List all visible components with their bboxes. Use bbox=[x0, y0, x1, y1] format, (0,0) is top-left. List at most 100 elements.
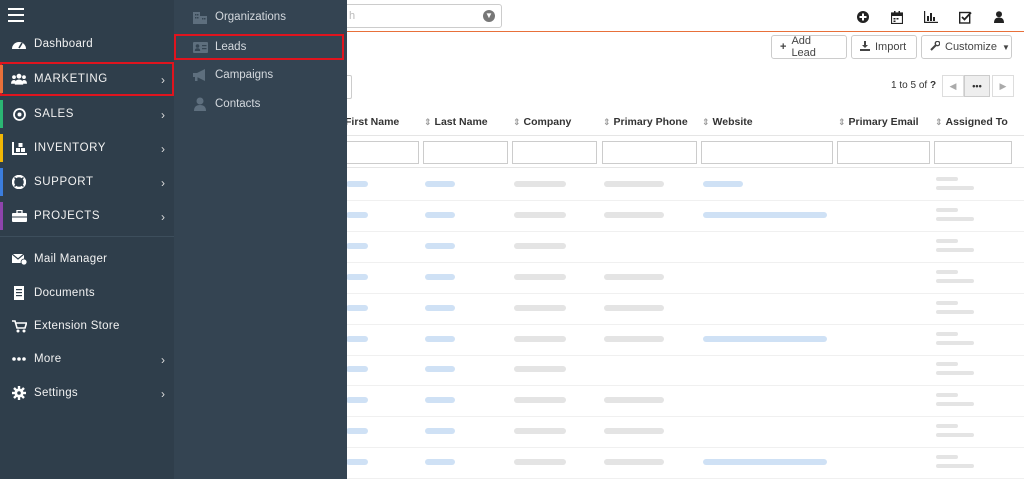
add-lead-button[interactable]: + Add Lead bbox=[771, 35, 847, 59]
calendar-icon[interactable] bbox=[880, 8, 914, 26]
table-cell[interactable] bbox=[425, 304, 455, 311]
filter-website-input[interactable] bbox=[701, 141, 833, 164]
chevron-right-icon: › bbox=[161, 210, 165, 224]
filter-company-input[interactable] bbox=[512, 141, 597, 164]
marketing-submenu: Organizations Leads Campaigns Contacts bbox=[174, 0, 347, 479]
sidebar-item-settings[interactable]: Settings › bbox=[0, 378, 174, 408]
table-cell bbox=[514, 211, 566, 218]
table-cell bbox=[604, 459, 664, 466]
sidebar-item-extension-store[interactable]: Extension Store bbox=[0, 311, 174, 341]
table-cell[interactable] bbox=[703, 459, 827, 466]
search-placeholder: h bbox=[349, 10, 356, 22]
table-cell[interactable] bbox=[425, 335, 455, 342]
submenu-item-label: Campaigns bbox=[215, 69, 274, 81]
sales-stripe bbox=[0, 100, 3, 128]
assigned-cell bbox=[936, 216, 974, 221]
table-cell[interactable] bbox=[425, 397, 455, 404]
id-card-icon bbox=[192, 40, 208, 54]
sidebar-divider bbox=[0, 236, 174, 237]
customize-label: Customize bbox=[945, 41, 997, 53]
more-pages-button[interactable]: ••• bbox=[964, 75, 990, 97]
chevron-right-icon: › bbox=[161, 387, 165, 401]
assigned-cell bbox=[936, 331, 958, 336]
user-icon[interactable] bbox=[982, 8, 1016, 26]
sort-icon: ⇕ bbox=[603, 117, 611, 127]
table-cell bbox=[604, 211, 664, 218]
sidebar-item-label: Extension Store bbox=[34, 320, 120, 332]
sidebar-item-documents[interactable]: Documents bbox=[0, 278, 174, 308]
column-company[interactable]: ⇕ Company bbox=[513, 116, 571, 128]
table-cell[interactable] bbox=[703, 211, 827, 218]
table-cell[interactable] bbox=[346, 459, 368, 466]
search-dropdown-icon[interactable]: ▼ bbox=[483, 10, 495, 22]
column-primary-email[interactable]: ⇕ Primary Email bbox=[838, 116, 919, 128]
table-cell[interactable] bbox=[346, 273, 368, 280]
filter-assigned-input[interactable] bbox=[934, 141, 1012, 164]
table-cell bbox=[514, 459, 566, 466]
assigned-cell bbox=[936, 433, 974, 438]
ellipsis-icon bbox=[11, 352, 27, 366]
table-cell[interactable] bbox=[425, 273, 455, 280]
table-cell[interactable] bbox=[346, 211, 368, 218]
chevron-right-icon: › bbox=[161, 353, 165, 367]
sidebar-item-dashboard[interactable]: Dashboard bbox=[0, 29, 174, 59]
caret-down-icon: ▼ bbox=[1001, 42, 1010, 52]
table-cell[interactable] bbox=[346, 181, 368, 187]
filter-first-name-input[interactable] bbox=[345, 141, 419, 164]
import-button[interactable]: Import bbox=[851, 35, 917, 59]
submenu-item-label: Contacts bbox=[215, 98, 261, 110]
hamburger-menu-icon[interactable] bbox=[8, 8, 24, 22]
plus-circle-icon[interactable] bbox=[846, 8, 880, 26]
table-cell[interactable] bbox=[703, 181, 743, 187]
table-cell[interactable] bbox=[425, 242, 455, 249]
sidebar-item-sales[interactable]: SALES › bbox=[0, 99, 174, 129]
sidebar-item-projects[interactable]: PROJECTS › bbox=[0, 201, 174, 231]
submenu-item-campaigns[interactable]: Campaigns bbox=[174, 62, 347, 88]
table-cell[interactable] bbox=[346, 304, 368, 311]
submenu-item-organizations[interactable]: Organizations bbox=[174, 4, 347, 30]
record-total[interactable]: ? bbox=[930, 80, 936, 91]
column-last-name[interactable]: ⇕ Last Name bbox=[424, 116, 488, 128]
prev-page-button[interactable]: ◀ bbox=[942, 75, 964, 97]
column-assigned-to[interactable]: ⇕ Assigned To bbox=[935, 116, 1008, 128]
add-lead-label: Add Lead bbox=[791, 35, 816, 59]
next-page-button[interactable]: ▶ bbox=[992, 75, 1014, 97]
filter-email-input[interactable] bbox=[837, 141, 930, 164]
table-cell[interactable] bbox=[346, 366, 368, 373]
table-cell[interactable] bbox=[346, 397, 368, 404]
assigned-cell bbox=[936, 340, 974, 345]
submenu-item-leads[interactable]: Leads bbox=[174, 34, 344, 60]
table-cell[interactable] bbox=[425, 211, 455, 218]
table-cell bbox=[514, 273, 566, 280]
global-search-input[interactable]: h ▼ bbox=[330, 4, 502, 28]
table-cell[interactable] bbox=[425, 428, 455, 435]
import-label: Import bbox=[875, 41, 907, 53]
table-cell[interactable] bbox=[346, 428, 368, 435]
table-cell[interactable] bbox=[346, 335, 368, 342]
customize-button[interactable]: Customize ▼ bbox=[921, 35, 1012, 59]
submenu-item-label: Organizations bbox=[215, 11, 286, 23]
submenu-item-contacts[interactable]: Contacts bbox=[174, 91, 347, 117]
sidebar-item-mail-manager[interactable]: Mail Manager bbox=[0, 244, 174, 274]
bar-chart-icon[interactable] bbox=[914, 8, 948, 26]
sidebar-item-inventory[interactable]: INVENTORY › bbox=[0, 133, 174, 163]
sidebar-item-label: More bbox=[34, 353, 62, 365]
table-cell[interactable] bbox=[425, 181, 455, 187]
filter-phone-input[interactable] bbox=[602, 141, 697, 164]
table-cell[interactable] bbox=[425, 366, 455, 373]
sidebar-item-marketing[interactable]: MARKETING › bbox=[0, 62, 174, 96]
column-first-name[interactable]: First Name bbox=[345, 116, 399, 128]
sidebar-item-support[interactable]: SUPPORT › bbox=[0, 167, 174, 197]
filter-last-name-input[interactable] bbox=[423, 141, 508, 164]
assigned-cell bbox=[936, 177, 958, 181]
wrench-icon bbox=[930, 40, 941, 54]
checkbox-icon[interactable] bbox=[948, 8, 982, 26]
column-primary-phone[interactable]: ⇕ Primary Phone bbox=[603, 116, 688, 128]
table-cell bbox=[604, 428, 664, 435]
table-cell bbox=[514, 335, 566, 342]
table-cell[interactable] bbox=[425, 459, 455, 466]
sidebar-item-more[interactable]: More › bbox=[0, 344, 174, 374]
table-cell[interactable] bbox=[703, 335, 827, 342]
table-cell[interactable] bbox=[346, 242, 368, 249]
column-website[interactable]: ⇕ Website bbox=[702, 116, 753, 128]
